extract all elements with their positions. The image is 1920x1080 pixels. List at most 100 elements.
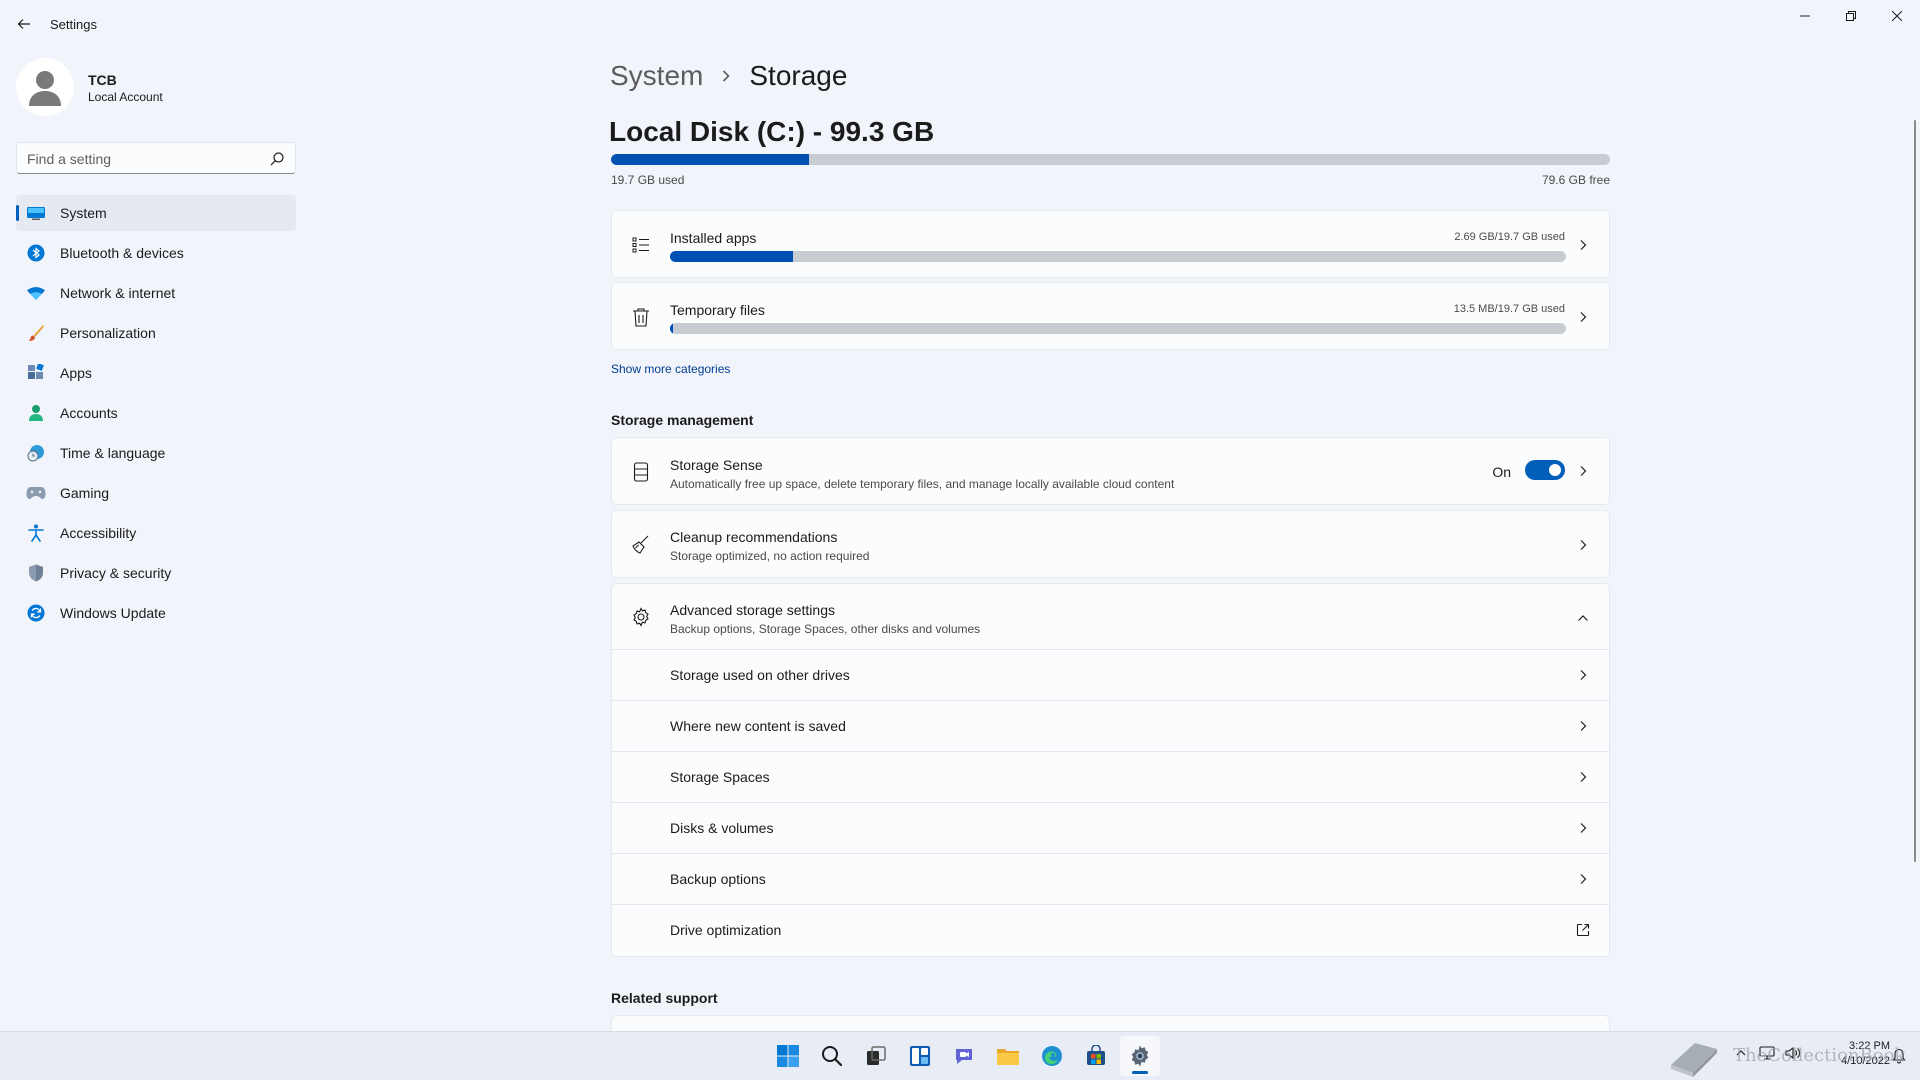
category-usage: 2.69 GB/19.7 GB used [1454,231,1565,243]
chevron-right-icon [1575,769,1591,785]
sidebar-item-label: Personalization [60,325,156,341]
sub-row-label: Backup options [670,871,766,887]
sub-row-label: Drive optimization [670,922,782,938]
search-icon [822,1046,843,1067]
close-button[interactable] [1874,0,1920,32]
drive-optimization-row[interactable]: Drive optimization [612,905,1609,956]
volume-icon[interactable] [1782,1042,1804,1064]
advanced-desc: Backup options, Storage Spaces, other di… [670,622,981,636]
search-input[interactable] [27,149,257,169]
category-installed-apps[interactable]: Installed apps 2.69 GB/19.7 GB used [611,210,1610,278]
chevron-up-icon [1575,610,1591,626]
store-button[interactable] [1076,1036,1116,1076]
sidebar-item-apps[interactable]: Apps [16,355,296,391]
broom-icon [630,534,652,556]
start-button[interactable] [768,1036,808,1076]
sidebar-item-windows-update[interactable]: Windows Update [16,595,296,631]
gear-icon [1131,1045,1149,1067]
sidebar-item-personalization[interactable]: Personalization [16,315,296,351]
widgets-icon [910,1046,930,1066]
storage-drive-icon [630,461,652,483]
chevron-right-icon [1575,309,1591,325]
sidebar-item-bluetooth[interactable]: Bluetooth & devices [16,235,296,271]
sidebar-item-network[interactable]: Network & internet [16,275,296,311]
sidebar-item-label: Accessibility [60,525,137,541]
advanced-storage-settings-header[interactable]: Advanced storage settings Backup options… [612,584,1609,650]
storage-spaces-row[interactable]: Storage Spaces [612,752,1609,803]
apps-icon [26,363,46,383]
taskbar: 3:22 PM 4/10/2022 [0,1031,1920,1080]
edge-button[interactable] [1032,1036,1072,1076]
clock-globe-icon [26,443,46,463]
chevron-right-icon [1575,820,1591,836]
show-more-categories-link[interactable]: Show more categories [611,362,730,376]
storage-sense-title: Storage Sense [670,457,763,473]
widgets-button[interactable] [900,1036,940,1076]
minimize-button[interactable] [1782,0,1828,32]
folder-icon [997,1049,1019,1065]
disk-usage-bar [611,154,1610,165]
backup-options-row[interactable]: Backup options [612,854,1609,905]
task-view-button[interactable] [856,1036,896,1076]
monitor-icon [26,203,46,223]
taskbar-search-button[interactable] [812,1036,852,1076]
scrollbar[interactable] [1914,120,1916,862]
notification-icon[interactable] [1888,1045,1910,1067]
sub-row-label: Disks & volumes [670,820,774,836]
close-icon [1892,11,1902,21]
person-icon [26,403,46,423]
network-icon[interactable] [1756,1042,1778,1064]
settings-window: Settings TCB Local Account System Blueto… [0,0,1920,1031]
minimize-icon [1800,15,1810,17]
category-usage-bar [670,323,1566,334]
gamepad-icon [26,483,46,503]
toggle-knob [1549,464,1561,476]
storage-sense-toggle[interactable] [1525,460,1565,480]
bluetooth-icon [26,243,46,263]
system-tray [1730,1042,1808,1064]
sidebar-item-time-language[interactable]: Time & language [16,435,296,471]
sidebar-item-privacy[interactable]: Privacy & security [16,555,296,591]
search-box[interactable] [16,142,296,174]
clock-date: 4/10/2022 [1841,1055,1890,1067]
category-temporary-files[interactable]: Temporary files 13.5 MB/19.7 GB used [611,282,1610,350]
related-support-card[interactable] [611,1015,1610,1031]
category-usage: 13.5 MB/19.7 GB used [1453,303,1565,315]
storage-sense-toggle-label: On [1492,464,1511,480]
storage-used-other-drives-row[interactable]: Storage used on other drives [612,650,1609,701]
back-button[interactable] [12,12,36,36]
chevron-up-icon[interactable] [1730,1042,1752,1064]
sidebar-item-accessibility[interactable]: Accessibility [16,515,296,551]
sidebar-item-system[interactable]: System [16,195,296,231]
user-profile[interactable]: TCB Local Account [16,56,296,116]
new-content-saved-row[interactable]: Where new content is saved [612,701,1609,752]
disk-title: Local Disk (C:) - 99.3 GB [609,116,935,147]
storage-sense-card[interactable]: Storage Sense Automatically free up spac… [611,437,1610,505]
category-usage-bar [670,251,1566,262]
settings-taskbar-button[interactable] [1120,1036,1160,1076]
chevron-right-icon [1575,237,1591,253]
sidebar-item-accounts[interactable]: Accounts [16,395,296,431]
profile-name: TCB [88,72,117,88]
brush-icon [26,323,46,343]
gear-icon [630,606,652,628]
taskbar-apps [768,1036,1164,1076]
back-arrow-icon [17,19,30,29]
sidebar-item-label: Apps [60,365,92,381]
category-usage-fill [670,323,673,334]
file-explorer-button[interactable] [988,1036,1028,1076]
sidebar-item-label: Time & language [60,445,166,461]
advanced-title: Advanced storage settings [670,602,835,618]
cleanup-recommendations-card[interactable]: Cleanup recommendations Storage optimize… [611,510,1610,578]
disks-volumes-row[interactable]: Disks & volumes [612,803,1609,854]
chevron-right-icon [1575,718,1591,734]
breadcrumb: System Storage [610,56,847,96]
sidebar-item-label: Network & internet [60,285,176,301]
taskbar-clock[interactable]: 3:22 PM 4/10/2022 [1820,1039,1890,1069]
breadcrumb-parent[interactable]: System [610,60,703,92]
sidebar-item-gaming[interactable]: Gaming [16,475,296,511]
chat-button[interactable] [944,1036,984,1076]
edge-browser-icon [1042,1046,1062,1066]
store-bag-icon [1087,1045,1105,1065]
restore-button[interactable] [1828,0,1874,32]
